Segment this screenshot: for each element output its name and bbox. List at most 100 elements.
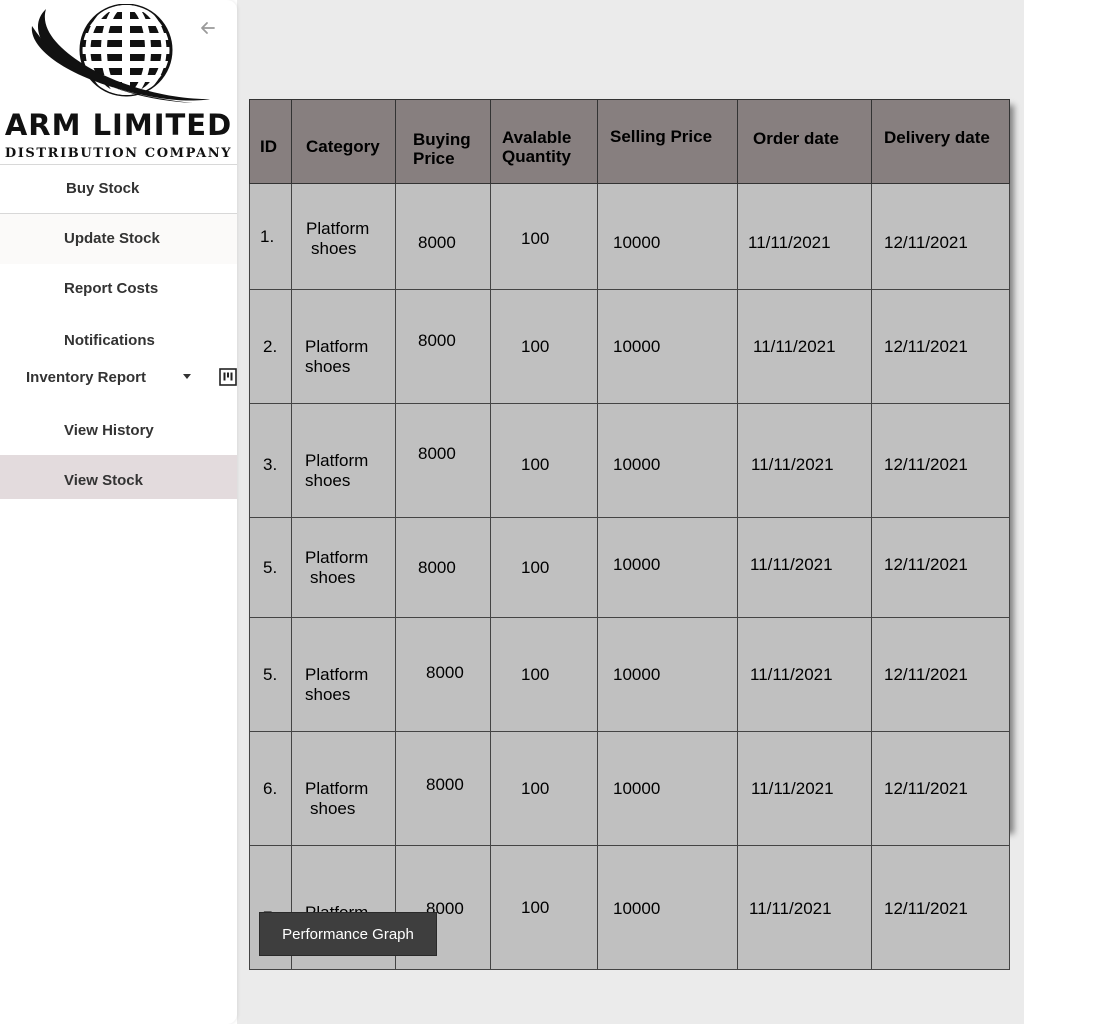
- sidebar-item-view-history[interactable]: View History: [0, 405, 237, 455]
- cell-selling-price: 10000: [597, 289, 738, 404]
- cell-buying-price: 8000: [395, 731, 491, 846]
- cell-order-date: 11/11/2021: [737, 731, 872, 846]
- table-row: 1. Platform shoes 8000 100 10000 11/11/20…: [249, 183, 1010, 290]
- cell-delivery-date: 12/11/2021: [871, 289, 1010, 404]
- column-header-quantity-line2: Quantity: [502, 146, 571, 166]
- table-header-row: ID Category Buying Price Avalable Quanti…: [249, 99, 1010, 184]
- globe-logo-icon: [31, 4, 211, 103]
- column-header-buying-price-line1: Buying: [413, 129, 471, 149]
- column-header-delivery-date: Delivery date: [871, 99, 1010, 184]
- cell-buying-price: 8000: [395, 517, 491, 618]
- sidebar-item-label: Update Stock: [64, 230, 160, 247]
- sidebar-item-label: View History: [64, 422, 154, 439]
- cell-id: 3.: [249, 403, 292, 518]
- cell-order-date: 11/11/2021: [737, 617, 872, 732]
- performance-graph-button[interactable]: Performance Graph: [259, 912, 437, 956]
- table-row: 2. Platform shoes 8000 100 10000 11/11/20…: [249, 289, 1010, 404]
- caret-down-icon[interactable]: [183, 374, 191, 379]
- cell-buying-price: 8000: [395, 289, 491, 404]
- column-header-buying-price-line2: Price: [413, 148, 455, 168]
- cell-id: 2.: [249, 289, 292, 404]
- cell-category: Platformshoes: [291, 403, 396, 518]
- cell-buying-price: 8000: [395, 403, 491, 518]
- column-header-category: Category: [291, 99, 396, 184]
- cell-selling-price: 10000: [597, 617, 738, 732]
- cell-category-line1: Platform: [305, 450, 369, 470]
- sidebar-item-label: Inventory Report: [26, 369, 147, 386]
- cell-category-line1: Platform: [306, 218, 370, 238]
- cell-category-line2: shoes: [311, 238, 357, 258]
- cell-category-line2: shoes: [310, 567, 356, 587]
- cell-selling-price: 10000: [597, 845, 738, 970]
- cell-quantity: 100: [490, 617, 598, 732]
- cell-category: Platformshoes: [291, 731, 396, 846]
- cell-selling-price: 10000: [597, 517, 738, 618]
- sidebar-item-buy-stock[interactable]: Buy Stock: [0, 165, 237, 213]
- cell-category: Platformshoes: [291, 517, 396, 618]
- sidebar-item-label: Buy Stock: [66, 180, 140, 197]
- cell-category-line1: Platform: [305, 664, 369, 684]
- column-header-order-date: Order date: [737, 99, 872, 184]
- cell-category-line2: shoes: [310, 798, 356, 818]
- cell-quantity: 100: [490, 517, 598, 618]
- cell-delivery-date: 12/11/2021: [871, 617, 1010, 732]
- cell-category: Platformshoes: [291, 617, 396, 732]
- stock-table: ID Category Buying Price Avalable Quanti…: [249, 99, 1010, 970]
- cell-category: Platformshoes: [291, 289, 396, 404]
- cell-selling-price: 10000: [597, 183, 738, 290]
- sidebar-item-notifications[interactable]: Notifications: [0, 316, 237, 364]
- cell-order-date: 11/11/2021: [737, 517, 872, 618]
- cell-quantity: 100: [490, 731, 598, 846]
- cell-delivery-date: 12/11/2021: [871, 517, 1010, 618]
- cell-buying-price: 8000: [395, 183, 491, 290]
- cell-order-date: 11/11/2021: [737, 845, 872, 970]
- sidebar-item-label: View Stock: [64, 472, 143, 489]
- cell-quantity: 100: [490, 403, 598, 518]
- cell-quantity: 100: [490, 289, 598, 404]
- sidebar-item-view-stock[interactable]: View Stock: [0, 455, 237, 499]
- sidebar: ARM LIMITED DISTRIBUTION COMPANY Buy Sto…: [0, 0, 237, 1024]
- brand-subtitle: DISTRIBUTION COMPANY: [4, 146, 233, 161]
- cell-delivery-date: 12/11/2021: [871, 845, 1010, 970]
- cell-delivery-date: 12/11/2021: [871, 403, 1010, 518]
- column-header-id: ID: [249, 99, 292, 184]
- cell-category-line1: Platform: [305, 547, 369, 567]
- cell-category-line2: shoes: [305, 684, 351, 704]
- sidebar-item-label: Notifications: [64, 332, 155, 349]
- cell-selling-price: 10000: [597, 403, 738, 518]
- sidebar-item-report-costs[interactable]: Report Costs: [0, 264, 237, 314]
- column-header-buying-price: Buying Price: [395, 99, 491, 184]
- cell-buying-price: 8000: [395, 617, 491, 732]
- column-header-selling-price: Selling Price: [597, 99, 738, 184]
- sidebar-item-update-stock[interactable]: Update Stock: [0, 214, 237, 264]
- cell-category: Platformshoes: [291, 183, 396, 290]
- cell-selling-price: 10000: [597, 731, 738, 846]
- cell-order-date: 11/11/2021: [737, 403, 872, 518]
- column-header-quantity-line1: Avalable: [502, 127, 572, 147]
- cell-id: 5.: [249, 617, 292, 732]
- cell-quantity: 100: [490, 845, 598, 970]
- column-header-quantity: Avalable Quantity: [490, 99, 598, 184]
- table-row: 3. Platform shoes 8000 100 10000 11/11/20…: [249, 403, 1010, 518]
- cell-category-line2: shoes: [305, 470, 351, 490]
- brand-name: ARM LIMITED: [4, 108, 233, 142]
- cell-delivery-date: 12/11/2021: [871, 183, 1010, 290]
- sidebar-item-inventory-report[interactable]: Inventory Report: [0, 364, 237, 394]
- cell-delivery-date: 12/11/2021: [871, 731, 1010, 846]
- table-row: 5. Platform shoes 8000 100 10000 11/11/20…: [249, 517, 1010, 618]
- cell-id: 1.: [249, 183, 292, 290]
- stock-table-container: ID Category Buying Price Avalable Quanti…: [249, 99, 1010, 970]
- board-icon[interactable]: [219, 368, 237, 386]
- cell-quantity: 100: [490, 183, 598, 290]
- company-logo: ARM LIMITED DISTRIBUTION COMPANY: [0, 0, 237, 165]
- cell-id: 6.: [249, 731, 292, 846]
- sidebar-item-label: Report Costs: [64, 280, 159, 297]
- arrow-left-icon[interactable]: [198, 18, 218, 38]
- table-row: 5. Platform shoes 8000 100 10000 11/11/20…: [249, 617, 1010, 732]
- cell-category-line1: Platform: [305, 336, 369, 356]
- cell-order-date: 11/11/2021: [737, 183, 872, 290]
- cell-category-line1: Platform: [305, 778, 369, 798]
- cell-category-line2: shoes: [305, 356, 351, 376]
- table-row: 6. Platform shoes 8000 100 10000 11/11/20…: [249, 731, 1010, 846]
- cell-id: 5.: [249, 517, 292, 618]
